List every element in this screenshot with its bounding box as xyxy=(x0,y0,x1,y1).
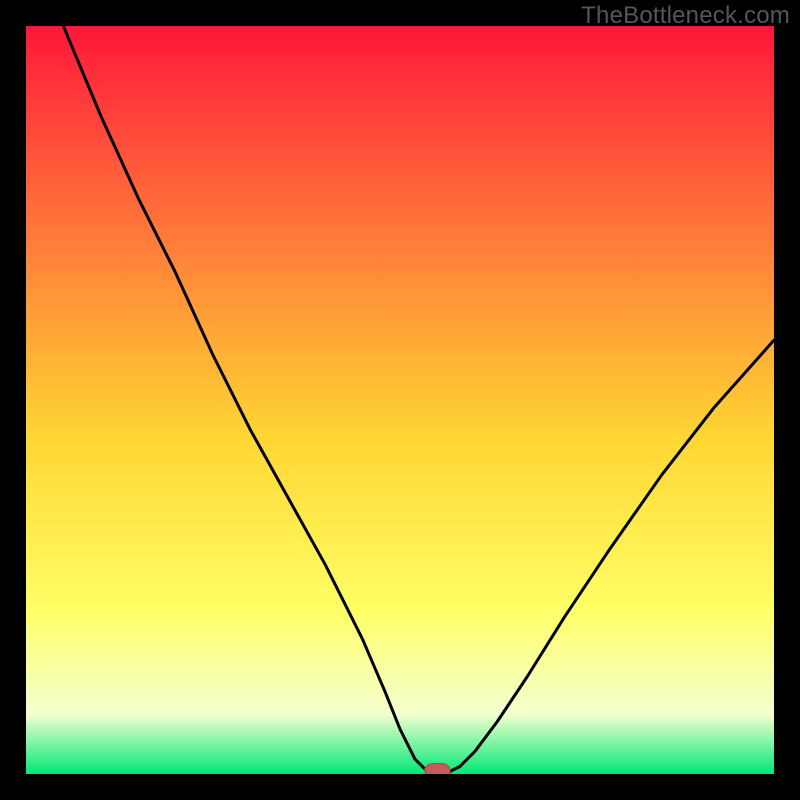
gradient-background xyxy=(26,26,774,774)
chart-frame: TheBottleneck.com xyxy=(0,0,800,800)
bottleneck-chart xyxy=(26,26,774,774)
optimal-point-marker xyxy=(425,764,450,774)
